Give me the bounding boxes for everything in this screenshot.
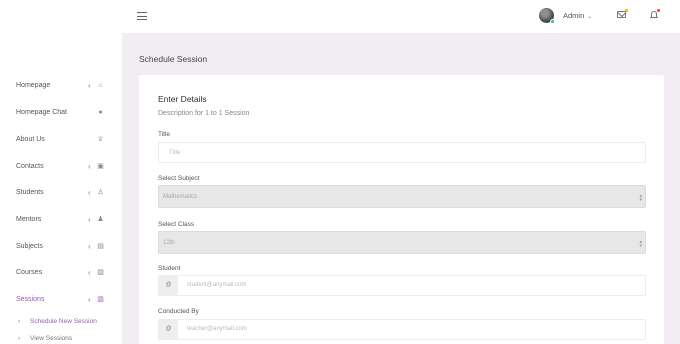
sidebar-item-sessions[interactable]: Sessions ‹ ▥ bbox=[16, 294, 108, 308]
sidebar-item-label: Homepage Chat bbox=[16, 109, 67, 116]
at-sign-addon: @ bbox=[159, 276, 178, 295]
mail-badge bbox=[625, 9, 628, 12]
chevron-down-icon: ⌄ bbox=[587, 14, 593, 20]
subject-label: Select Subject bbox=[158, 175, 200, 182]
contacts-icon: ▣ bbox=[97, 163, 104, 170]
sidebar-item-label: Subjects bbox=[16, 243, 43, 250]
sidebar-item-homepage-chat[interactable]: Homepage Chat ● bbox=[16, 107, 108, 121]
form-card: Enter Details Description for 1 to 1 Ses… bbox=[139, 75, 664, 344]
sidebar-subitem-label: Schedule New Session bbox=[30, 318, 97, 325]
sidebar-subitem-label: View Sessions bbox=[30, 335, 73, 342]
conducted-by-label: Conducted By bbox=[158, 308, 199, 315]
chevron-left-icon: ‹ bbox=[88, 295, 91, 304]
home-icon: ⌂ bbox=[98, 82, 103, 89]
online-status-dot bbox=[550, 19, 555, 24]
chat-icon: ● bbox=[98, 109, 103, 116]
card-description: Description for 1 to 1 Session bbox=[158, 110, 250, 117]
menu-icon[interactable] bbox=[137, 12, 147, 20]
sidebar-subitem-view-sessions[interactable]: › View Sessions bbox=[18, 335, 72, 342]
sidebar-item-about-us[interactable]: About Us ♕ bbox=[16, 134, 108, 148]
trophy-icon: ♕ bbox=[97, 136, 104, 143]
user-menu[interactable]: Admin ⌄ bbox=[563, 11, 592, 20]
sidebar-item-homepage[interactable]: Homepage ‹ ⌂ bbox=[16, 80, 108, 94]
app-root: Admin ⌄ Homepage ‹ ⌂ Homepage Chat ● Abou… bbox=[0, 0, 680, 344]
sidebar-item-label: Courses bbox=[16, 269, 43, 276]
sidebar-item-mentors[interactable]: Mentors ‹ ♟ bbox=[16, 214, 108, 228]
conducted-by-input-placeholder: teacher@anymail.com bbox=[187, 326, 247, 332]
sidebar-item-subjects[interactable]: Subjects ‹ ▤ bbox=[16, 241, 108, 255]
student-input-placeholder: student@anymail.com bbox=[187, 282, 247, 288]
arrow-right-icon: › bbox=[18, 318, 21, 325]
select-caret-icon: ▴ ▾ bbox=[639, 193, 642, 203]
class-label: Select Class bbox=[158, 221, 195, 228]
sidebar-item-contacts[interactable]: Contacts ‹ ▣ bbox=[16, 161, 108, 175]
conducted-by-input[interactable]: @ teacher@anymail.com bbox=[158, 319, 646, 340]
notification-badge bbox=[657, 9, 660, 12]
sidebar-item-label: Students bbox=[16, 189, 44, 196]
mail-icon[interactable] bbox=[617, 9, 628, 18]
chevron-left-icon: ‹ bbox=[88, 81, 91, 90]
sidebar: Homepage ‹ ⌂ Homepage Chat ● About Us ♕ … bbox=[0, 33, 122, 344]
user-name: Admin bbox=[563, 11, 585, 20]
top-bar: Admin ⌄ bbox=[0, 0, 680, 33]
student-input[interactable]: @ student@anymail.com bbox=[158, 275, 646, 296]
class-select[interactable]: 12th ▴ ▾ bbox=[158, 231, 646, 254]
title-input[interactable]: Title bbox=[158, 142, 646, 163]
sidebar-item-label: Sessions bbox=[16, 296, 45, 303]
subject-select-value: Mathematics bbox=[163, 194, 198, 200]
user-icon: ♟ bbox=[97, 216, 104, 223]
at-sign-addon: @ bbox=[159, 320, 178, 339]
student-icon: ♙ bbox=[97, 189, 104, 196]
chevron-left-icon: ‹ bbox=[88, 242, 91, 251]
courses-icon: ▧ bbox=[97, 269, 104, 276]
chevron-left-icon: ‹ bbox=[88, 188, 91, 197]
page-title: Schedule Session bbox=[139, 54, 208, 64]
select-caret-icon: ▴ ▾ bbox=[639, 239, 642, 249]
avatar[interactable] bbox=[539, 8, 555, 24]
sidebar-item-students[interactable]: Students ‹ ♙ bbox=[16, 187, 108, 201]
book-icon: ▤ bbox=[97, 243, 104, 250]
sidebar-item-courses[interactable]: Courses ‹ ▧ bbox=[16, 267, 108, 281]
title-label: Title bbox=[158, 131, 171, 138]
chevron-left-icon: ‹ bbox=[88, 162, 91, 171]
sidebar-item-label: About Us bbox=[16, 136, 45, 143]
chevron-left-icon: ‹ bbox=[88, 268, 91, 277]
sidebar-item-label: Homepage bbox=[16, 82, 51, 89]
student-label: Student bbox=[158, 265, 181, 272]
card-title: Enter Details bbox=[158, 94, 207, 104]
sessions-icon: ▥ bbox=[97, 296, 104, 303]
class-select-value: 12th bbox=[163, 240, 175, 246]
subject-select[interactable]: Mathematics ▴ ▾ bbox=[158, 185, 646, 208]
sidebar-item-label: Contacts bbox=[16, 163, 44, 170]
bell-icon[interactable] bbox=[650, 9, 660, 19]
sidebar-subitem-schedule-new-session[interactable]: › Schedule New Session bbox=[18, 318, 97, 325]
sidebar-item-label: Mentors bbox=[16, 216, 42, 223]
chevron-left-icon: ‹ bbox=[88, 215, 91, 224]
arrow-right-icon: › bbox=[18, 335, 21, 342]
